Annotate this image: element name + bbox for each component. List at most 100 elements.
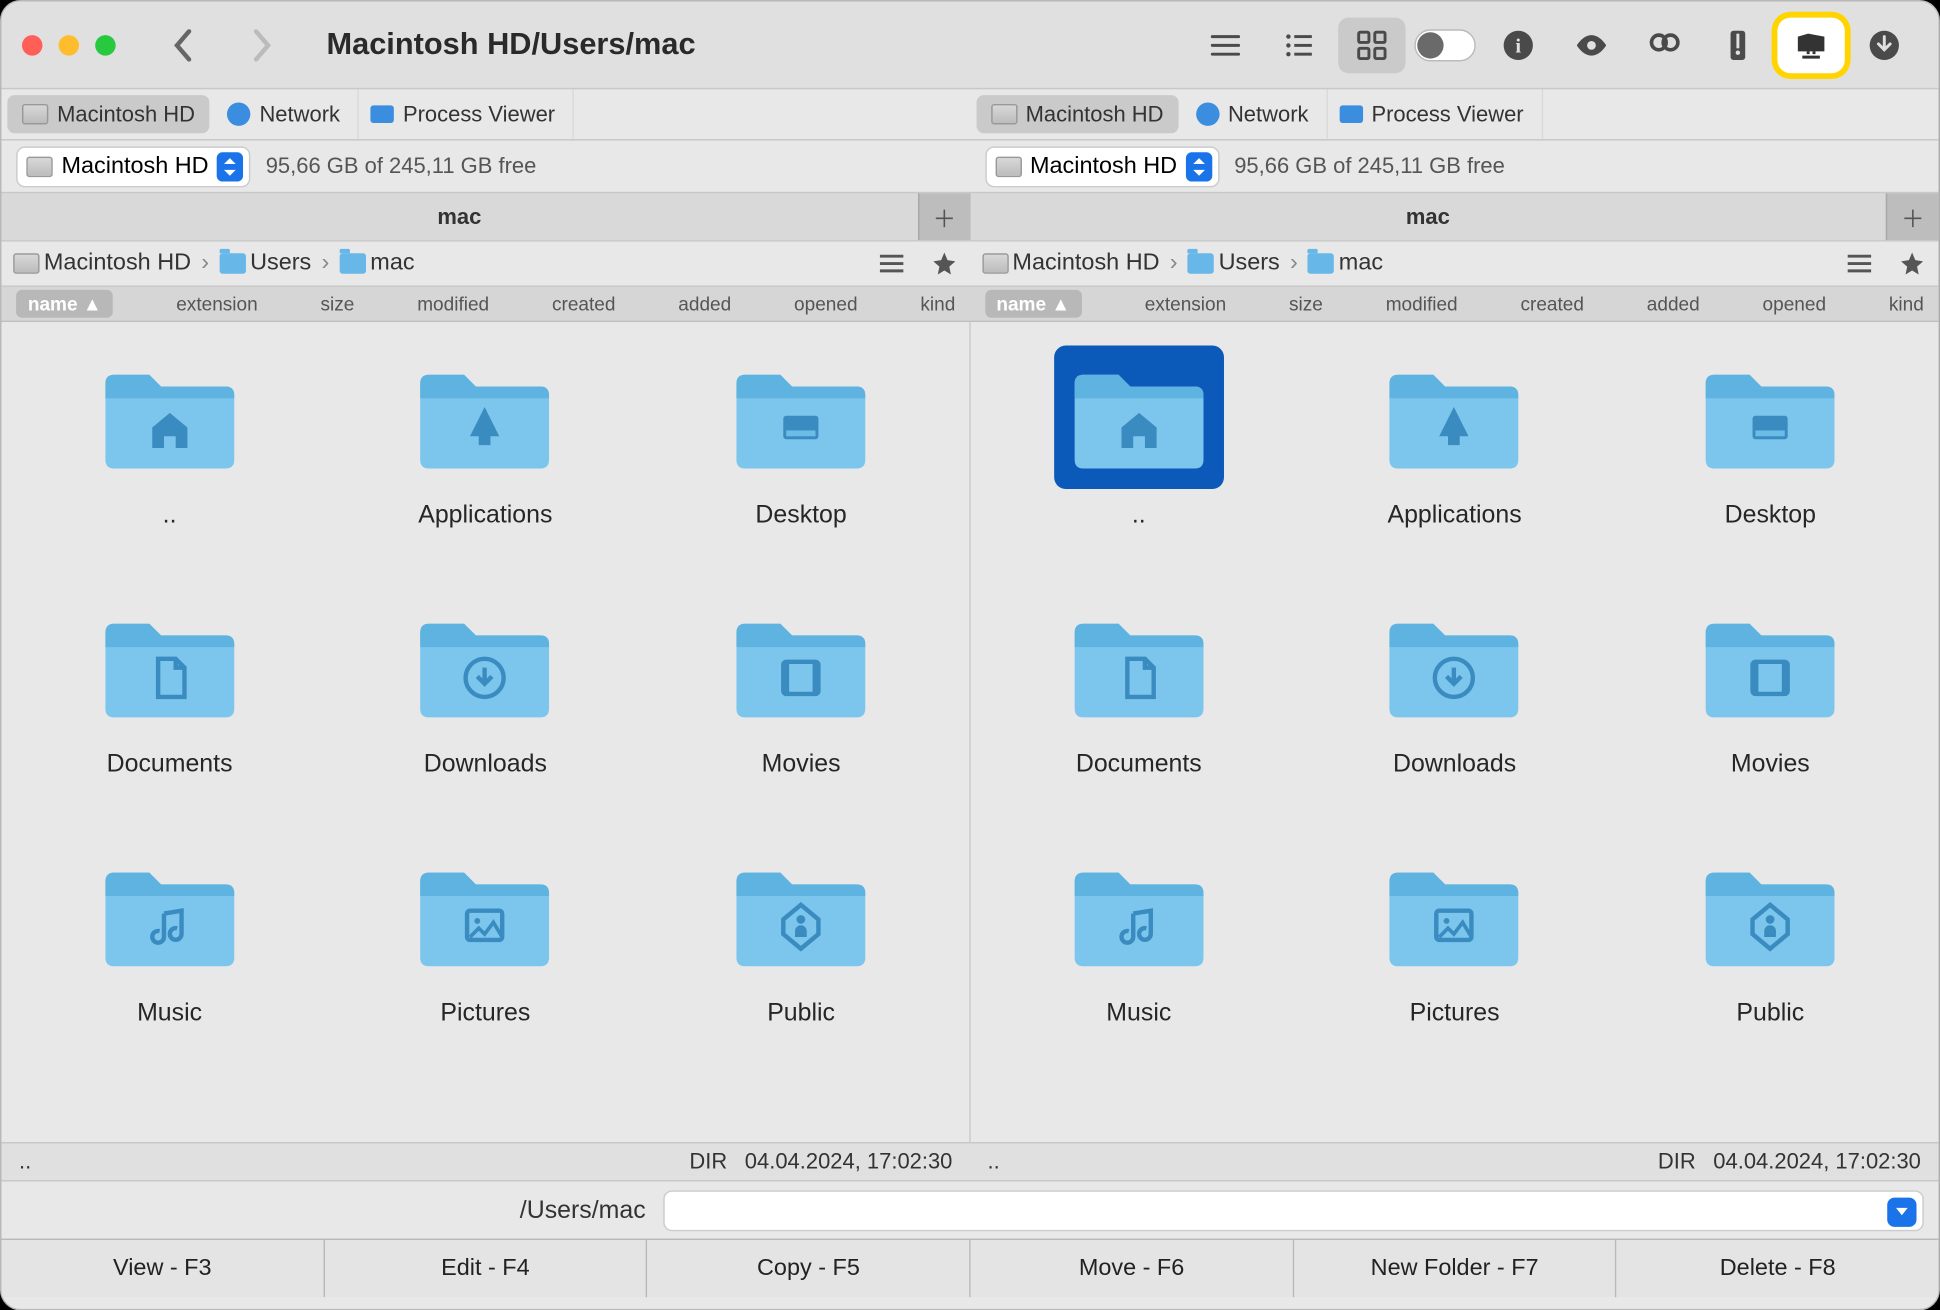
info-button[interactable]: i — [1485, 17, 1552, 73]
sort-opened[interactable]: opened — [794, 293, 858, 315]
sort-size[interactable]: size — [321, 293, 355, 315]
folder-item[interactable]: Pictures — [1304, 843, 1605, 1077]
back-button[interactable] — [148, 18, 218, 71]
search-button[interactable] — [1631, 17, 1698, 73]
folder-item[interactable]: Applications — [1304, 346, 1605, 580]
drive-selector-right[interactable]: Macintosh HD — [985, 146, 1220, 187]
music-folder-icon — [1063, 852, 1215, 978]
folder-label: .. — [163, 501, 177, 530]
pane-left[interactable]: .. Applications Desktop Documents Downlo… — [1, 322, 969, 1142]
folder-item[interactable]: Downloads — [335, 594, 636, 828]
folder-item[interactable]: .. — [19, 346, 320, 580]
folder-item[interactable]: Desktop — [651, 346, 952, 580]
drive-selector-left[interactable]: Macintosh HD — [16, 146, 251, 187]
favorite-star-right[interactable] — [1886, 242, 1939, 286]
favorite-network-left[interactable]: Network — [216, 89, 360, 139]
favorite-process-viewer-left[interactable]: Process Viewer — [359, 89, 574, 139]
tab-left[interactable]: mac — [1, 193, 917, 240]
folder-item[interactable]: Movies — [1620, 594, 1921, 828]
share-button[interactable] — [1777, 17, 1844, 73]
new-tab-left[interactable]: ＋ — [917, 193, 970, 240]
favorite-star-left[interactable] — [917, 242, 970, 286]
zoom-button[interactable] — [95, 34, 115, 54]
sort-extension[interactable]: extension — [176, 293, 257, 315]
disk-icon — [26, 156, 52, 176]
sort-extension[interactable]: extension — [1145, 293, 1226, 315]
folder-item[interactable]: Pictures — [335, 843, 636, 1077]
disk-icon — [982, 253, 1008, 273]
folder-item[interactable]: Documents — [988, 594, 1289, 828]
favorite-process-viewer-right[interactable]: Process Viewer — [1328, 89, 1543, 139]
sort-kind[interactable]: kind — [1889, 293, 1924, 315]
sort-created[interactable]: created — [552, 293, 616, 315]
disk-icon — [995, 156, 1021, 176]
folder-item[interactable]: Public — [651, 843, 952, 1077]
sort-size[interactable]: size — [1289, 293, 1323, 315]
list-toggle-right[interactable] — [1833, 242, 1886, 286]
download-button[interactable] — [1851, 17, 1918, 73]
panes: .. Applications Desktop Documents Downlo… — [1, 322, 1938, 1142]
close-button[interactable] — [22, 34, 42, 54]
fn-edit[interactable]: Edit - F4 — [325, 1240, 648, 1297]
new-tab-right[interactable]: ＋ — [1886, 193, 1939, 240]
pane-right[interactable]: .. Applications Desktop Documents Downlo… — [969, 322, 1938, 1142]
folder-item[interactable]: .. — [988, 346, 1289, 580]
folder-label: Pictures — [1410, 999, 1500, 1028]
sort-name[interactable]: name ▲ — [985, 290, 1082, 318]
sort-added[interactable]: added — [678, 293, 731, 315]
crumb-root-left[interactable]: Macintosh HD — [13, 250, 191, 276]
view-columns-button[interactable] — [1265, 17, 1332, 73]
fn-copy[interactable]: Copy - F5 — [648, 1240, 971, 1297]
list-toggle-left[interactable] — [865, 242, 918, 286]
crumb-root-right[interactable]: Macintosh HD — [982, 250, 1160, 276]
folder-label: Movies — [762, 750, 841, 779]
view-list-button[interactable] — [1192, 17, 1259, 73]
folder-item[interactable]: Music — [988, 843, 1289, 1077]
quicklook-button[interactable] — [1558, 17, 1625, 73]
sort-added[interactable]: added — [1647, 293, 1700, 315]
fn-bar: View - F3 Edit - F4 Copy - F5 Move - F6 … — [1, 1239, 1938, 1298]
forward-button[interactable] — [227, 18, 297, 71]
folder-item[interactable]: Music — [19, 843, 320, 1077]
folder-item[interactable]: Applications — [335, 346, 636, 580]
favorite-macintosh-hd-right[interactable]: Macintosh HD — [976, 95, 1178, 133]
sort-created[interactable]: created — [1520, 293, 1584, 315]
tab-right[interactable]: mac — [970, 193, 1886, 240]
cmd-dropdown[interactable] — [1887, 1197, 1916, 1226]
folder-item[interactable]: Movies — [651, 594, 952, 828]
fn-move[interactable]: Move - F6 — [971, 1240, 1294, 1297]
hidden-files-toggle[interactable] — [1411, 17, 1478, 73]
cmd-input[interactable] — [663, 1190, 1924, 1231]
folder-item[interactable]: Public — [1620, 843, 1921, 1077]
location-bar: Macintosh HD Network Process Viewer Maci… — [1, 89, 1938, 140]
folder-label: Desktop — [755, 501, 846, 530]
fn-view[interactable]: View - F3 — [1, 1240, 324, 1297]
folder-item[interactable]: Documents — [19, 594, 320, 828]
sort-modified[interactable]: modified — [417, 293, 489, 315]
folder-icon — [1308, 253, 1334, 273]
folder-item[interactable]: Desktop — [1620, 346, 1921, 580]
folder-label: Movies — [1731, 750, 1810, 779]
free-space-left: 95,66 GB of 245,11 GB free — [266, 154, 537, 179]
breadcrumb-left: Macintosh HD › Users › mac — [1, 242, 970, 286]
crumb-users-left[interactable]: Users — [219, 250, 311, 276]
fn-delete[interactable]: Delete - F8 — [1617, 1240, 1939, 1297]
favorite-macintosh-hd-left[interactable]: Macintosh HD — [7, 95, 209, 133]
sort-modified[interactable]: modified — [1386, 293, 1458, 315]
fn-newfolder[interactable]: New Folder - F7 — [1294, 1240, 1617, 1297]
sort-name[interactable]: name ▲ — [16, 290, 113, 318]
view-icons-button[interactable] — [1338, 17, 1405, 73]
favorite-network-right[interactable]: Network — [1184, 89, 1328, 139]
folder-item[interactable]: Downloads — [1304, 594, 1605, 828]
crumb-mac-left[interactable]: mac — [340, 250, 415, 276]
disk-icon — [990, 104, 1016, 124]
sort-kind[interactable]: kind — [920, 293, 955, 315]
folder-label: Applications — [418, 501, 552, 530]
crumb-mac-right[interactable]: mac — [1308, 250, 1383, 276]
status-path-left: .. — [19, 1149, 31, 1174]
app-window: Macintosh HD/Users/mac i — [0, 0, 1940, 1310]
minimize-button[interactable] — [59, 34, 79, 54]
archive-button[interactable] — [1704, 17, 1771, 73]
sort-opened[interactable]: opened — [1763, 293, 1827, 315]
crumb-users-right[interactable]: Users — [1188, 250, 1280, 276]
